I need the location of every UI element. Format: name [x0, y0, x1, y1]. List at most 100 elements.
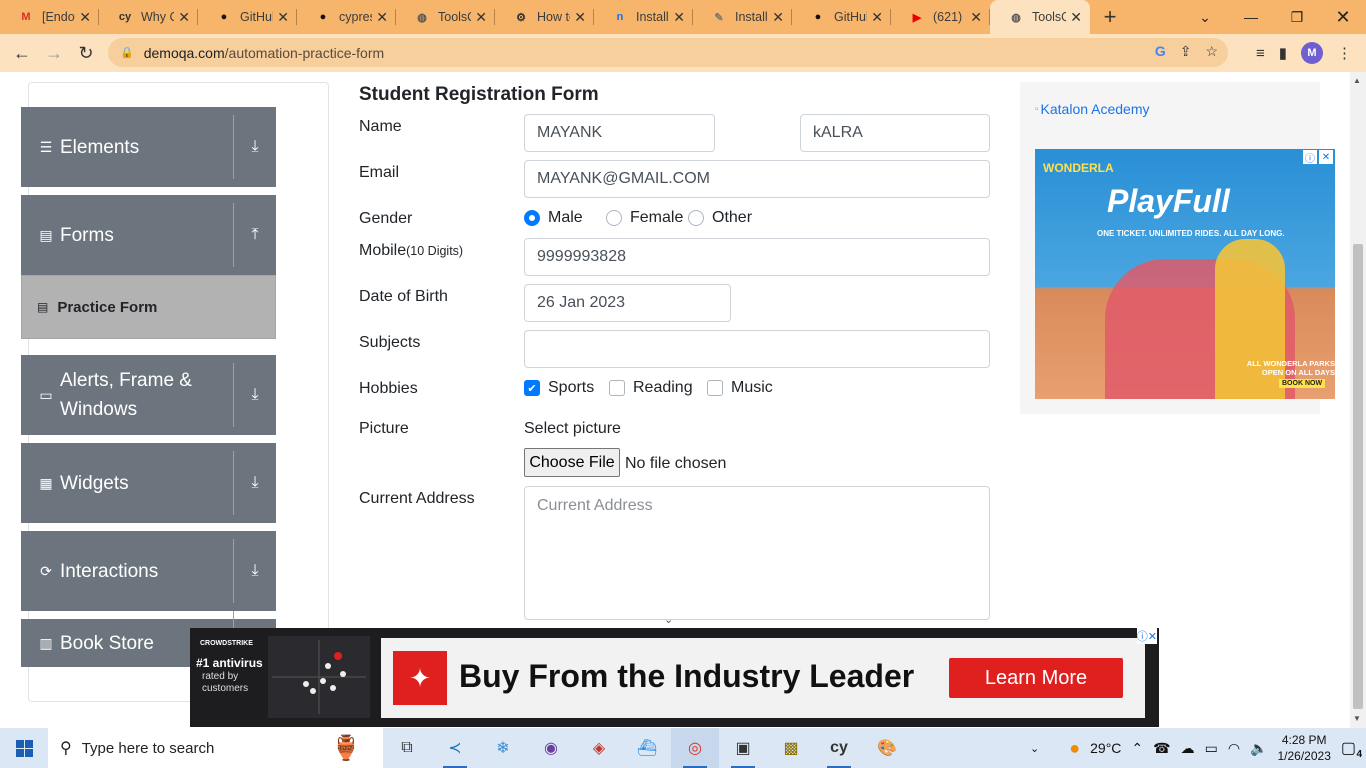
checkbox-box [707, 380, 723, 396]
forward-button[interactable]: → [38, 37, 70, 69]
avatar[interactable]: M [1301, 42, 1323, 64]
chrome-icon[interactable]: ◎ [671, 728, 719, 768]
bookmark-star-icon[interactable]: ☆ [1205, 43, 1218, 60]
ad-book-now[interactable]: BOOK NOW [1279, 379, 1326, 388]
sidebar-group-alerts-frame-windows[interactable]: ▭ Alerts, Frame & Windows ⤓ [21, 355, 276, 435]
learn-more-button[interactable]: Learn More [949, 658, 1123, 698]
wifi-icon[interactable]: ◠ [1228, 740, 1240, 757]
sidebar-group-elements[interactable]: ☰ Elements ⤓ [21, 107, 276, 187]
cypress-icon[interactable]: cy [815, 728, 863, 768]
game-icon[interactable]: ▩ [767, 728, 815, 768]
docker-icon[interactable]: ⛴ [623, 728, 671, 768]
meet-now-icon[interactable]: ☎ [1153, 740, 1170, 757]
page-scrollbar[interactable]: ▲ ▼ [1350, 72, 1366, 728]
reading-list-icon[interactable]: ≡ [1256, 45, 1265, 62]
tab-10[interactable]: ◍ ToolsQ ✕ [990, 0, 1090, 34]
subjects-input[interactable] [524, 330, 990, 368]
current-address-textarea[interactable]: Current Address [524, 486, 990, 620]
eclipse-icon[interactable]: ◉ [527, 728, 575, 768]
scroll-down-icon[interactable]: ▼ [1353, 714, 1361, 723]
hobby-checkbox-music[interactable]: Music [707, 379, 773, 397]
battery-icon[interactable]: ▭ [1205, 740, 1218, 757]
back-button[interactable]: ← [6, 37, 38, 69]
minimize-button[interactable]: — [1228, 0, 1274, 34]
tab-1[interactable]: cy Why C ✕ [99, 0, 198, 34]
reload-button[interactable]: ↻ [70, 37, 102, 69]
hobby-checkbox-reading[interactable]: Reading [609, 379, 693, 397]
ad-close-icon[interactable]: ✕ [1319, 150, 1333, 164]
temperature[interactable]: 29°C [1090, 740, 1121, 756]
ad-close-icon[interactable]: ⓘ✕ [1136, 628, 1157, 644]
tab-6[interactable]: n Install ✕ [594, 0, 693, 34]
close-icon[interactable]: ✕ [673, 9, 685, 26]
taskbar-clock[interactable]: 4:28 PM 1/26/2023 [1277, 732, 1330, 764]
tab-search-icon[interactable]: ⌄ [1182, 0, 1228, 34]
close-icon[interactable]: ✕ [574, 9, 586, 26]
sidebar-group-interactions[interactable]: ⟳ Interactions ⤓ [21, 531, 276, 611]
expand-icon[interactable]: ⤓ [244, 386, 266, 404]
paint-app-icon[interactable]: ◈ [575, 728, 623, 768]
app-grid-icon[interactable]: ❄ [479, 728, 527, 768]
last-name-input[interactable]: kALRA [800, 114, 990, 152]
tray-expand-icon[interactable]: ⌃ [1131, 740, 1143, 757]
tab-9[interactable]: ▶ (621) g ✕ [891, 0, 990, 34]
bottom-ad-banner[interactable]: CROWDSTRIKE #1 antivirus rated by custom… [190, 628, 1159, 727]
paint-palette-icon[interactable]: 🎨 [863, 728, 911, 768]
windows-start-button[interactable] [0, 728, 48, 768]
task-view-icon[interactable]: ⧉ [383, 728, 431, 768]
side-panel-icon[interactable]: ▮ [1279, 44, 1287, 62]
hobby-checkbox-sports[interactable]: ✔ Sports [524, 379, 594, 397]
google-lens-icon[interactable]: G [1155, 43, 1166, 60]
close-icon[interactable]: ✕ [772, 9, 784, 26]
choose-file-button[interactable]: Choose File [524, 448, 620, 477]
email-field[interactable]: MAYANK@GMAIL.COM [524, 160, 990, 198]
tab-3[interactable]: ● cypres ✕ [297, 0, 396, 34]
tab-2[interactable]: ● GitHub ✕ [198, 0, 297, 34]
gender-radio-female[interactable]: Female [606, 209, 683, 227]
expand-icon[interactable]: ⤓ [244, 474, 266, 492]
chevron-down-icon[interactable]: ⌄ [664, 613, 673, 626]
date-of-birth-input[interactable]: 26 Jan 2023 [524, 284, 731, 322]
close-icon[interactable]: ✕ [475, 9, 487, 26]
close-icon[interactable]: ✕ [178, 9, 190, 26]
wonderla-ad[interactable]: WONDERLA PlayFull ONE TICKET. UNLIMITED … [1035, 149, 1335, 399]
close-icon[interactable]: ✕ [970, 9, 982, 26]
gender-radio-male[interactable]: Male [524, 209, 583, 227]
first-name-input[interactable]: MAYANK [524, 114, 715, 152]
close-icon[interactable]: ✕ [1070, 9, 1082, 26]
close-icon[interactable]: ✕ [79, 9, 91, 26]
address-bar[interactable]: 🔒 demoqa.com /automation-practice-form G… [108, 38, 1228, 67]
tab-8[interactable]: ● GitHub ✕ [792, 0, 891, 34]
gender-radio-other[interactable]: Other [688, 209, 752, 227]
expand-icon[interactable]: ⤓ [244, 562, 266, 580]
mobile-input[interactable]: 9999993828 [524, 238, 990, 276]
taskbar-search-input[interactable]: ⚲ Type here to search 🏺 [48, 728, 383, 768]
chevron-down-icon[interactable]: ⌄ [1030, 742, 1039, 755]
new-tab-button[interactable]: + [1090, 0, 1130, 34]
close-icon[interactable]: ✕ [277, 9, 289, 26]
vscode-icon[interactable]: ≺ [431, 728, 479, 768]
maximize-button[interactable]: ❐ [1274, 0, 1320, 34]
tab-7[interactable]: ✎ Installi ✕ [693, 0, 792, 34]
onedrive-icon[interactable]: ☁ [1181, 740, 1195, 757]
katalon-ad-link[interactable]: ▫ Katalon Acedemy [1035, 101, 1150, 117]
volume-icon[interactable]: 🔈 [1250, 740, 1267, 757]
close-icon[interactable]: ✕ [376, 9, 388, 26]
share-icon[interactable]: ⇪ [1180, 43, 1192, 60]
close-window-button[interactable]: ✕ [1320, 0, 1366, 34]
terminal-icon[interactable]: ▣ [719, 728, 767, 768]
notifications-icon[interactable]: ▢ 4 [1341, 738, 1362, 760]
menu-kebab-icon[interactable]: ⋮ [1337, 44, 1352, 62]
scroll-thumb[interactable] [1353, 244, 1363, 709]
sidebar-group-forms[interactable]: ▤ Forms ⤒ [21, 195, 276, 275]
sidebar-item-practice-form[interactable]: ▤ Practice Form [21, 275, 276, 339]
tab-0[interactable]: M [Endov ✕ [0, 0, 99, 34]
tab-5[interactable]: ⚙ How to ✕ [495, 0, 594, 34]
close-icon[interactable]: ✕ [871, 9, 883, 26]
tab-4[interactable]: ◍ ToolsQ ✕ [396, 0, 495, 34]
collapse-icon[interactable]: ⤒ [244, 226, 266, 244]
ad-info-icon[interactable]: ⓘ [1303, 150, 1317, 165]
scroll-up-icon[interactable]: ▲ [1353, 76, 1361, 85]
expand-icon[interactable]: ⤓ [244, 138, 266, 156]
sidebar-group-widgets[interactable]: ▦ Widgets ⤓ [21, 443, 276, 523]
